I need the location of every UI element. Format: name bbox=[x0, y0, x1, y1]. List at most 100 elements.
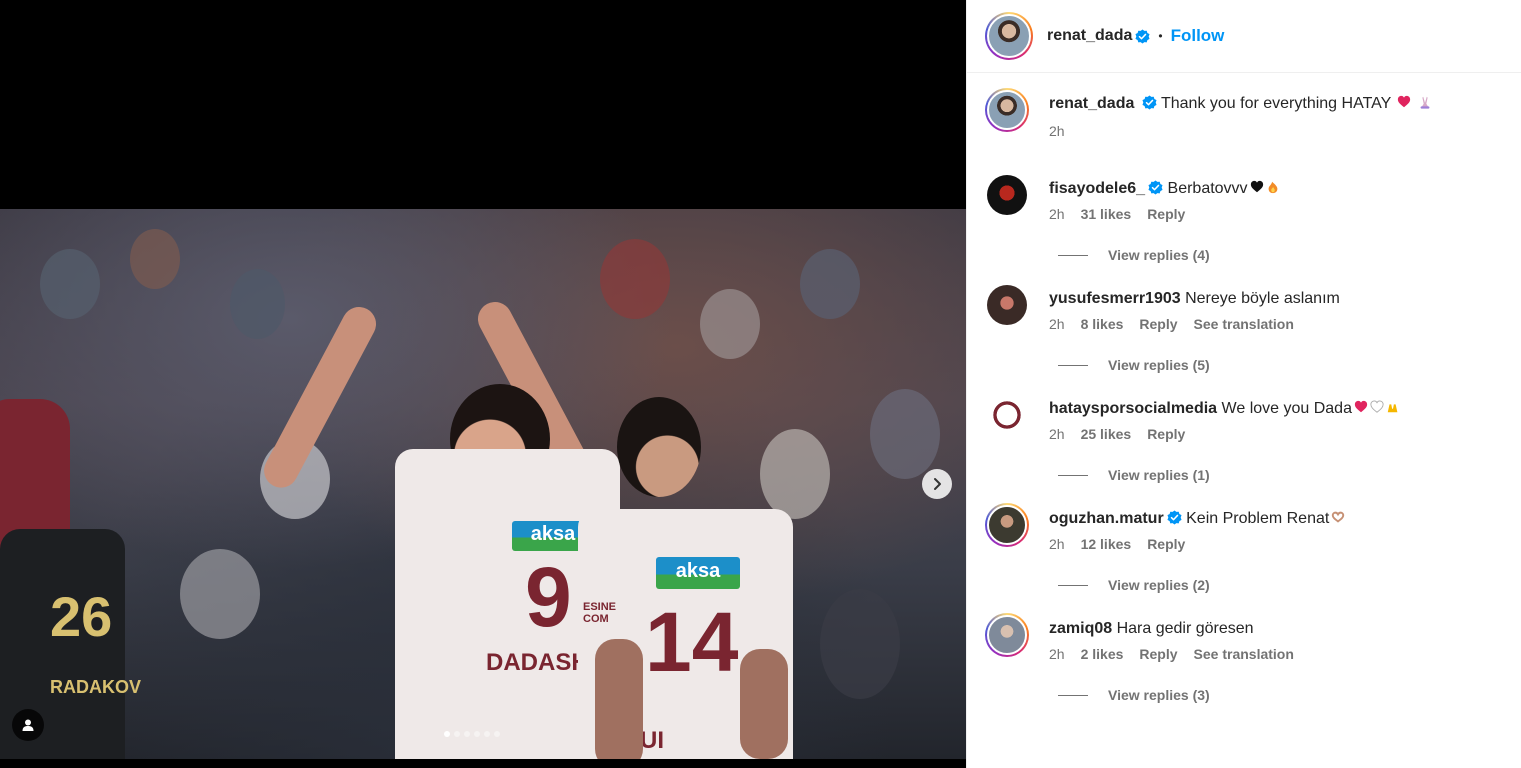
comment-thread: renat_dada Thank you for everything HATA… bbox=[985, 88, 1505, 723]
comment-likes[interactable]: 12 likes bbox=[1081, 536, 1132, 552]
comment-time: 2h bbox=[1049, 536, 1065, 552]
red-heart-icon bbox=[1354, 400, 1368, 413]
commenter-avatar[interactable] bbox=[985, 503, 1029, 547]
carousel-dot bbox=[454, 731, 460, 737]
author-avatar[interactable] bbox=[985, 12, 1033, 60]
user-icon bbox=[22, 719, 34, 731]
verified-badge-icon bbox=[1167, 510, 1182, 525]
heart-hands-icon bbox=[1332, 511, 1345, 523]
sleeve-text: ESINE COM bbox=[583, 601, 617, 625]
caption-avatar[interactable] bbox=[985, 88, 1029, 132]
see-translation-button[interactable]: See translation bbox=[1194, 646, 1294, 662]
comment-likes[interactable]: 25 likes bbox=[1081, 426, 1132, 442]
carousel-dot bbox=[444, 731, 450, 737]
view-replies-row: View replies (1) bbox=[1058, 467, 1505, 483]
view-replies-button[interactable]: View replies (3) bbox=[1108, 687, 1210, 703]
comment-username[interactable]: hataysporsocialmedia bbox=[1049, 400, 1217, 417]
caption-time: 2h bbox=[1049, 123, 1065, 139]
comment-text: Hara gedir göresen bbox=[1116, 620, 1254, 637]
carousel-dot bbox=[484, 731, 490, 737]
comment-item: zamiq08 Hara gedir göresen 2h 2 likes Reply… bbox=[985, 613, 1505, 703]
red-heart-icon bbox=[1398, 95, 1411, 108]
comment-item: fisayodele6_ Berbatovvv 2h 31 likes Reply Vi… bbox=[985, 173, 1505, 263]
comment-item: oguzhan.matur Kein Problem Renat 2h 12 lik… bbox=[985, 503, 1505, 593]
player-fourteen-sponsor: aksa bbox=[656, 557, 740, 589]
carousel-next-button[interactable] bbox=[922, 469, 952, 499]
comments-panel: renat_dada • Follow renat_dada Thank you… bbox=[966, 0, 1521, 768]
comment-username[interactable]: yusufesmerr1903 bbox=[1049, 290, 1181, 307]
comment-row: zamiq08 Hara gedir göresen 2h 2 likes Reply… bbox=[985, 613, 1505, 662]
replies-divider bbox=[1058, 584, 1088, 586]
author-username[interactable]: renat_dada bbox=[1047, 27, 1132, 45]
header-separator: • bbox=[1158, 29, 1163, 43]
black-heart-icon bbox=[1250, 180, 1263, 193]
comment-likes[interactable]: 31 likes bbox=[1081, 206, 1132, 222]
carousel-dot bbox=[494, 731, 500, 737]
carousel-dot bbox=[474, 731, 480, 737]
player-edge-number: 26 bbox=[50, 585, 113, 648]
replies-divider bbox=[1058, 694, 1088, 696]
replies-divider bbox=[1058, 474, 1088, 476]
verified-badge-icon bbox=[1142, 95, 1157, 110]
post-header: renat_dada • Follow bbox=[967, 0, 1521, 73]
view-replies-button[interactable]: View replies (4) bbox=[1108, 247, 1210, 263]
comment-item: yusufesmerr1903 Nereye böyle aslanım 2h 8 … bbox=[985, 283, 1505, 373]
carousel-dot bbox=[464, 731, 470, 737]
follow-button[interactable]: Follow bbox=[1171, 26, 1225, 46]
post-dialog: 26 RADAKOV aksa 9 DADASHO ESINE COM aksa… bbox=[0, 0, 1521, 768]
replies-divider bbox=[1058, 364, 1088, 366]
view-replies-row: View replies (2) bbox=[1058, 577, 1505, 593]
commenter-avatar[interactable] bbox=[985, 283, 1029, 327]
comment-row: oguzhan.matur Kein Problem Renat 2h 12 lik… bbox=[985, 503, 1505, 552]
replies-divider bbox=[1058, 254, 1088, 256]
raising-hands-icon bbox=[1387, 404, 1398, 413]
player-fourteen-name: UI PEDO bbox=[640, 727, 708, 759]
comment-text: Kein Problem Renat bbox=[1186, 510, 1330, 527]
comment-likes[interactable]: 2 likes bbox=[1081, 646, 1124, 662]
chevron-right-icon bbox=[934, 478, 941, 490]
comment-text: Berbatovvv bbox=[1167, 180, 1248, 197]
view-replies-row: View replies (5) bbox=[1058, 357, 1505, 373]
commenter-avatar[interactable] bbox=[985, 173, 1029, 217]
comment-item: hataysporsocialmedia We love you Dada 2h 2… bbox=[985, 393, 1505, 483]
comment-time: 2h bbox=[1049, 206, 1065, 222]
commenter-avatar[interactable] bbox=[985, 393, 1029, 437]
view-replies-row: View replies (4) bbox=[1058, 247, 1505, 263]
comment-time: 2h bbox=[1049, 646, 1065, 662]
comment-row: hataysporsocialmedia We love you Dada 2h 2… bbox=[985, 393, 1505, 442]
comment-username[interactable]: zamiq08 bbox=[1049, 620, 1112, 637]
comment-username[interactable]: fisayodele6_ bbox=[1049, 180, 1145, 197]
view-replies-row: View replies (3) bbox=[1058, 687, 1505, 703]
caption-row: renat_dada Thank you for everything HATA… bbox=[985, 88, 1505, 139]
tagged-users-button[interactable] bbox=[12, 709, 44, 741]
see-translation-button[interactable]: See translation bbox=[1194, 316, 1294, 332]
comment-likes[interactable]: 8 likes bbox=[1081, 316, 1124, 332]
reply-button[interactable]: Reply bbox=[1139, 316, 1177, 332]
player-nine-number: 9 bbox=[525, 550, 572, 644]
commenter-avatar[interactable] bbox=[985, 613, 1029, 657]
comment-text: Nereye böyle aslanım bbox=[1185, 290, 1340, 307]
post-media: 26 RADAKOV aksa 9 DADASHO ESINE COM aksa… bbox=[0, 0, 966, 768]
view-replies-button[interactable]: View replies (5) bbox=[1108, 357, 1210, 373]
carousel-indicator bbox=[444, 731, 500, 737]
fire-icon bbox=[1268, 181, 1277, 194]
white-heart-icon bbox=[1370, 400, 1384, 413]
view-replies-button[interactable]: View replies (1) bbox=[1108, 467, 1210, 483]
praying-hands-icon bbox=[1420, 96, 1430, 109]
verified-badge-icon bbox=[1135, 28, 1150, 44]
view-replies-button[interactable]: View replies (2) bbox=[1108, 577, 1210, 593]
post-photo: 26 RADAKOV aksa 9 DADASHO ESINE COM aksa… bbox=[0, 209, 966, 759]
comment-time: 2h bbox=[1049, 316, 1065, 332]
comment-row: fisayodele6_ Berbatovvv 2h 31 likes Reply bbox=[985, 173, 1505, 222]
caption-text: Thank you for everything HATAY bbox=[1160, 95, 1392, 112]
comment-time: 2h bbox=[1049, 426, 1065, 442]
reply-button[interactable]: Reply bbox=[1139, 646, 1177, 662]
reply-button[interactable]: Reply bbox=[1147, 206, 1185, 222]
comment-row: yusufesmerr1903 Nereye böyle aslanım 2h 8 … bbox=[985, 283, 1505, 332]
comment-text: We love you Dada bbox=[1221, 400, 1352, 417]
caption-username[interactable]: renat_dada bbox=[1049, 95, 1134, 112]
verified-badge-icon bbox=[1148, 180, 1163, 195]
reply-button[interactable]: Reply bbox=[1147, 536, 1185, 552]
reply-button[interactable]: Reply bbox=[1147, 426, 1185, 442]
comment-username[interactable]: oguzhan.matur bbox=[1049, 510, 1164, 527]
